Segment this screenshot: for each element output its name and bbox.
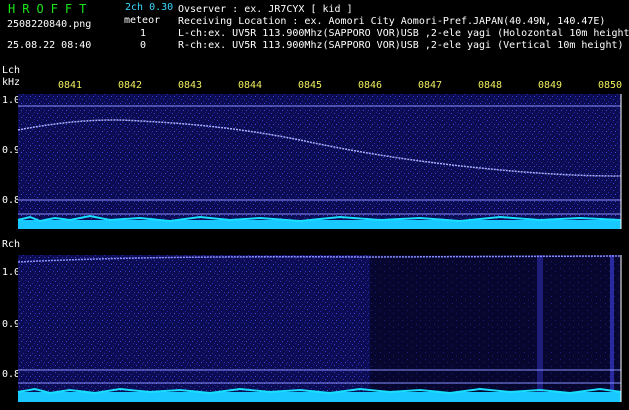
lch-spectrogram	[17, 94, 622, 229]
spectrogram-canvas	[17, 94, 622, 402]
rch-baseline	[18, 392, 621, 402]
lch-baseline	[18, 220, 621, 229]
rch-spectrogram	[17, 255, 622, 402]
